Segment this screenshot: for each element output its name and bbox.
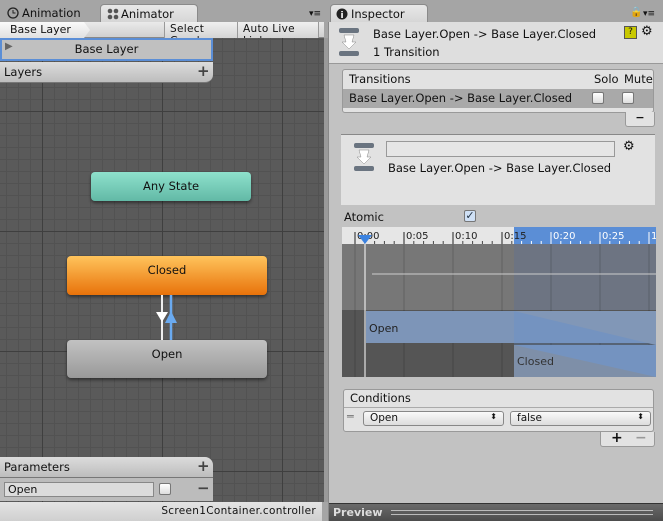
transition-name-field[interactable]: [386, 141, 615, 157]
lock-icon[interactable]: 🔒: [630, 7, 642, 18]
dropdown-arrows-icon: ⬍: [637, 412, 644, 421]
dropdown-value: false: [517, 412, 542, 424]
mute-header: Mute: [624, 72, 653, 86]
select-graph-button[interactable]: Select Graph: [164, 22, 237, 47]
parameters-title: Parameters: [4, 460, 70, 474]
animator-icon: [107, 8, 119, 20]
tab-label: Animator: [121, 7, 174, 21]
transition-icon: [354, 143, 374, 171]
add-layer-button[interactable]: +: [197, 62, 210, 80]
help-icon[interactable]: ?: [624, 26, 637, 39]
tab-label: Inspector: [351, 7, 405, 21]
breadcrumb[interactable]: Base Layer: [0, 22, 90, 38]
parameter-name-field[interactable]: Open: [4, 482, 154, 497]
tab-animation[interactable]: Animation: [2, 4, 94, 22]
dest-state-label: Closed: [517, 355, 554, 368]
transition-label: Base Layer.Open -> Base Layer.Closed: [388, 161, 612, 175]
condition-parameter-dropdown[interactable]: Open ⬍: [363, 411, 504, 426]
ruler-tick-label: 0:10: [455, 231, 477, 242]
solo-checkbox[interactable]: [592, 92, 604, 104]
preview-bar[interactable]: Preview: [329, 503, 663, 521]
ruler-tick-label: 0:15: [504, 231, 526, 242]
solo-header: Solo: [594, 72, 619, 86]
transitions-list: Transitions Solo Mute Base Layer.Open ->…: [342, 69, 654, 113]
layers-title: Layers: [4, 65, 43, 79]
gear-icon[interactable]: ⚙: [623, 139, 635, 154]
condition-value-dropdown[interactable]: false ⬍: [510, 411, 651, 426]
panel-menu-icon[interactable]: ▾≡: [643, 9, 655, 19]
ruler-tick-label: 0:20: [553, 231, 575, 242]
ruler-tick-label: 0:05: [406, 231, 428, 242]
info-icon: i: [336, 8, 348, 20]
inspector-subtitle: 1 Transition: [373, 45, 440, 59]
inspector-title: Base Layer.Open -> Base Layer.Closed: [373, 27, 597, 41]
atomic-checkbox[interactable]: ✓: [464, 210, 476, 222]
conditions-header: Conditions: [350, 391, 411, 405]
transition-closed-to-open[interactable]: [156, 295, 168, 340]
tab-inspector[interactable]: i Inspector: [330, 4, 428, 22]
remove-parameter-button[interactable]: −: [197, 479, 210, 497]
remove-transition-button[interactable]: −: [625, 112, 655, 127]
status-bar: Screen1Container.controller: [0, 502, 322, 521]
tab-animator[interactable]: Animator: [100, 4, 198, 22]
add-parameter-button[interactable]: +: [197, 457, 210, 475]
transition-row[interactable]: Base Layer.Open -> Base Layer.Closed: [343, 89, 653, 108]
dropdown-arrows-icon: ⬍: [490, 412, 497, 421]
transition-open-to-closed[interactable]: [165, 295, 177, 340]
preview-label: Preview: [333, 506, 383, 519]
preview-drag-handle[interactable]: [391, 510, 653, 515]
dropdown-value: Open: [370, 412, 399, 424]
transition-timeline[interactable]: 0:000:050:100:150:200:251 Open Closed: [342, 227, 656, 377]
parameter-value-checkbox[interactable]: [159, 483, 171, 495]
state-closed[interactable]: Closed: [67, 256, 267, 295]
transition-detail: ⚙ Base Layer.Open -> Base Layer.Closed: [341, 134, 655, 205]
atomic-label: Atomic: [344, 210, 384, 224]
state-any-state[interactable]: Any State: [91, 172, 251, 201]
layers-header: Layers +: [0, 62, 213, 83]
parameter-row: Open −: [0, 478, 213, 501]
add-condition-button[interactable]: +: [611, 430, 623, 446]
remove-condition-button[interactable]: −: [635, 430, 647, 446]
mute-checkbox[interactable]: [622, 92, 634, 104]
gear-icon[interactable]: ⚙: [641, 24, 653, 39]
auto-live-link-button[interactable]: Auto Live Link: [237, 22, 319, 47]
parameters-header: Parameters +: [0, 457, 213, 478]
source-state-label: Open: [369, 322, 398, 335]
drag-handle-icon[interactable]: ═: [347, 410, 354, 423]
state-open[interactable]: Open: [67, 340, 267, 378]
svg-text:i: i: [340, 11, 343, 20]
transition-ruler-range[interactable]: [514, 227, 656, 244]
ruler-tick-label: 0:25: [602, 231, 624, 242]
transition-arrows[interactable]: [152, 295, 182, 340]
tab-label: Animation: [22, 6, 81, 20]
conditions-list: Conditions ═ Open ⬍ false ⬍: [343, 389, 654, 432]
ruler-tick-label: 1: [651, 231, 656, 242]
inspector-header: Base Layer.Open -> Base Layer.Closed 1 T…: [329, 22, 663, 64]
transition-name: Base Layer.Open -> Base Layer.Closed: [349, 91, 573, 105]
layer-item-base-layer[interactable]: ▶ Base Layer: [0, 38, 213, 61]
layer-name: Base Layer: [74, 42, 139, 56]
transitions-header: Transitions: [349, 72, 411, 86]
transition-icon: [339, 28, 359, 56]
clock-icon: [7, 7, 19, 19]
conditions-footer: + −: [600, 430, 655, 447]
panel-menu-icon[interactable]: ▾≡: [309, 9, 321, 19]
